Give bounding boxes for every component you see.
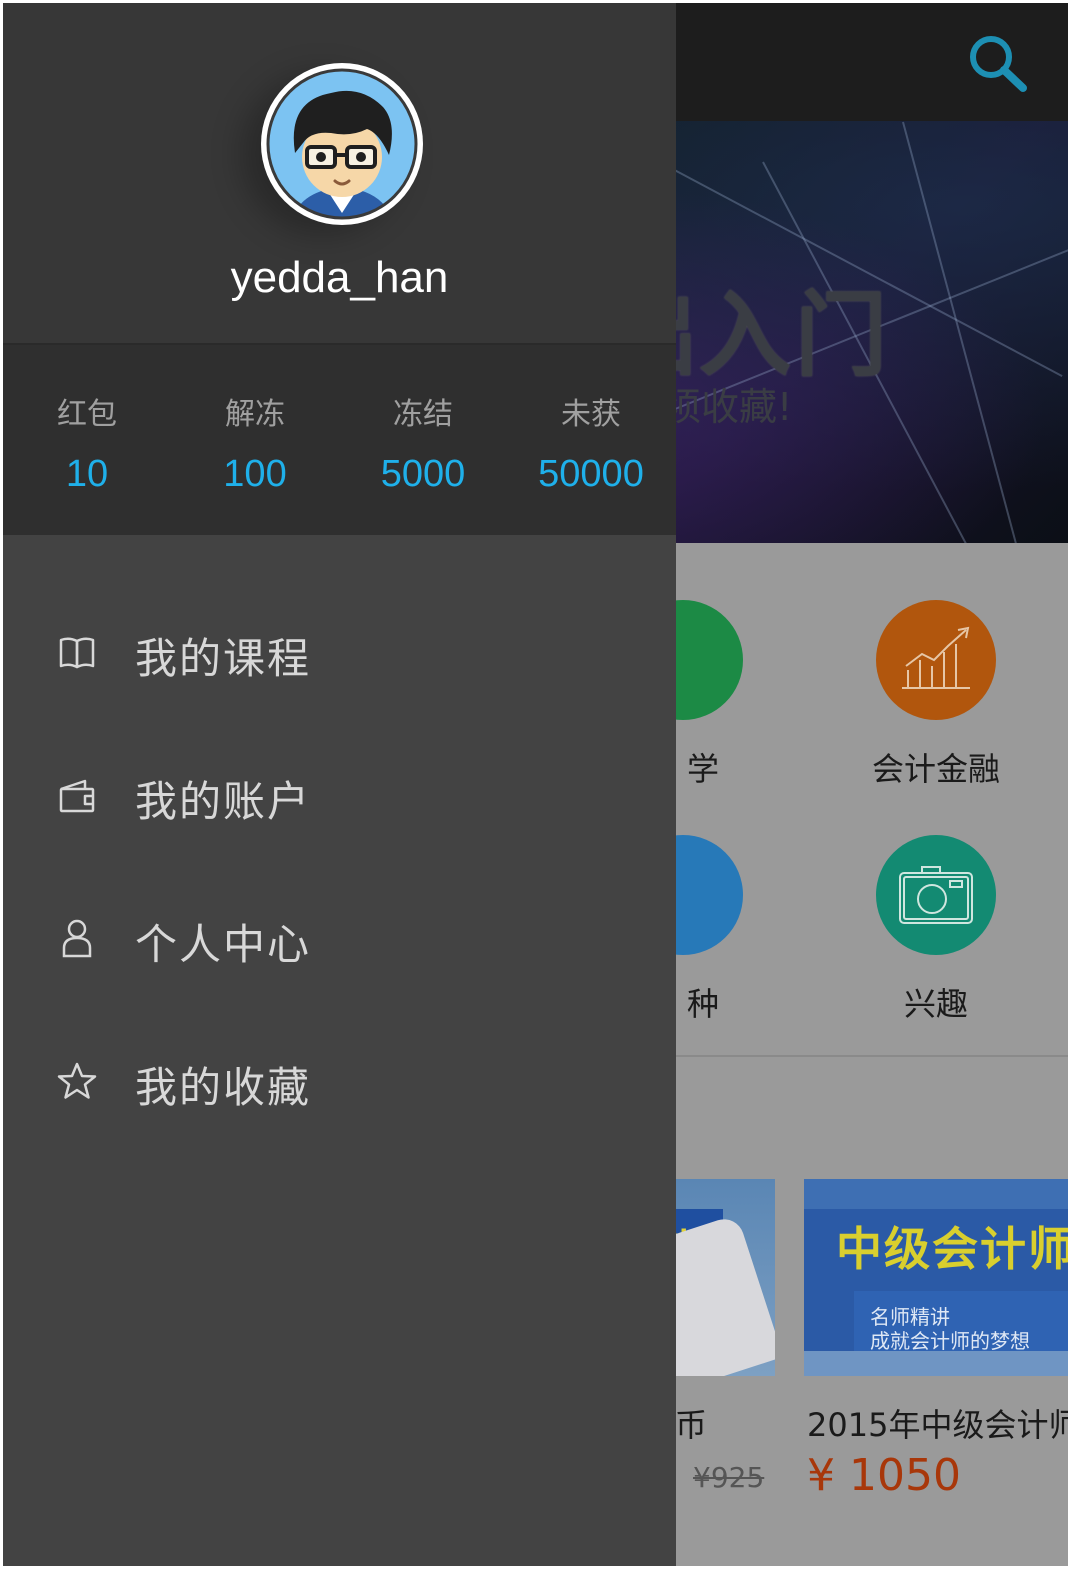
menu-item-my-account[interactable]: 我的账户 [3,740,676,850]
wallet-icon [57,775,97,815]
stat-label: 红包 [57,397,117,432]
profile-header: yedda_han [3,3,676,345]
category-accounting-finance[interactable]: 会计金融 [836,600,1036,790]
wallet-stats: 红包 10 解冻 100 冻结 5000 未获 50000 [3,345,676,535]
stat-value: 50000 [538,453,644,495]
stat-unclaimed[interactable]: 未获 50000 [507,389,675,496]
star-icon [57,1061,97,1101]
category-interest[interactable]: 兴趣 [836,835,1036,1025]
course-title: 2015年中级会计师 [807,1406,1068,1444]
stat-label: 未获 [561,397,621,432]
person-icon [57,918,97,958]
username: yedda_han [230,253,449,302]
stat-label: 解冻 [225,397,285,432]
course-old-price: ¥925 [693,1461,765,1494]
stat-value: 5000 [380,453,466,495]
search-icon[interactable] [965,33,1029,97]
menu-item-label: 我的课程 [135,634,312,683]
avatar[interactable] [261,63,423,225]
category-label: 会计金融 [871,750,1000,788]
menu-item-label: 个人中心 [135,920,312,969]
menu-item-personal-center[interactable]: 个人中心 [3,883,676,993]
course-title: 币 [675,1406,708,1444]
menu-item-label: 我的账户 [135,777,312,826]
course-thumbnail[interactable]: 中级会计师 名师精讲 成就会计师的梦想 [804,1179,1068,1376]
menu-item-my-courses[interactable]: 我的课程 [3,597,676,707]
stat-red-envelope[interactable]: 红包 10 [3,389,171,496]
stat-unfrozen[interactable]: 解冻 100 [171,389,339,496]
stat-value: 100 [223,453,287,495]
course-price: ¥ 1050 [807,1450,961,1501]
book-icon [57,632,97,672]
stat-frozen[interactable]: 冻结 5000 [339,389,507,496]
chart-icon [876,600,996,720]
camera-icon [876,835,996,955]
category-label: 兴趣 [903,985,968,1023]
stat-label: 冻结 [393,397,453,432]
banner-subtitle: 须收藏! [663,385,793,429]
side-drawer: yedda_han 红包 10 解冻 100 冻结 5000 未获 50000 [3,3,676,1566]
stat-value: 10 [65,453,109,495]
menu-item-my-favorites[interactable]: 我的收藏 [3,1026,676,1136]
app-screen: 础入门 须收藏! 学 会计金融 种 兴趣 中级会计师 名师精讲 成就会计师的梦想… [3,3,1068,1566]
menu-item-label: 我的收藏 [135,1063,312,1112]
